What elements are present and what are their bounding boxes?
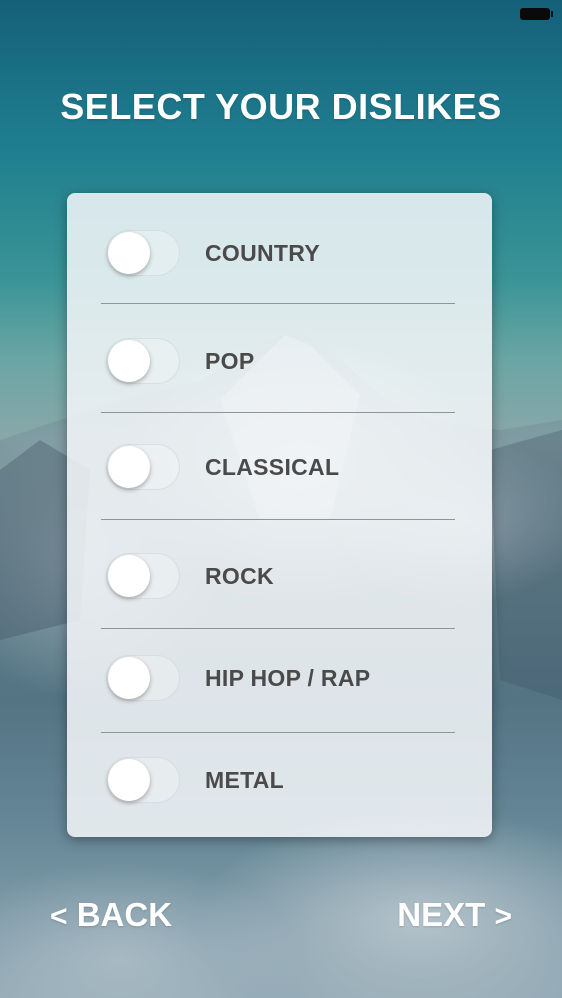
genre-row-metal: METAL xyxy=(67,750,492,810)
divider xyxy=(101,303,455,304)
genre-label: ROCK xyxy=(205,563,274,589)
genre-row-hip-hop-rap: HIP HOP / RAP xyxy=(67,648,492,708)
toggle-knob xyxy=(108,232,150,274)
genre-label: CLASSICAL xyxy=(205,454,340,480)
toggle-knob xyxy=(108,446,150,488)
genre-label: COUNTRY xyxy=(205,240,320,266)
toggle-knob xyxy=(108,555,150,597)
page-title: SELECT YOUR DISLIKES xyxy=(60,86,502,127)
genre-row-pop: POP xyxy=(67,331,492,391)
back-button[interactable]: < BACK xyxy=(50,896,172,934)
divider xyxy=(101,412,455,413)
genre-label: METAL xyxy=(205,767,285,793)
rock-toggle[interactable] xyxy=(106,553,180,599)
next-button[interactable]: NEXT > xyxy=(397,896,512,934)
divider xyxy=(101,519,455,520)
genre-row-rock: ROCK xyxy=(67,546,492,606)
next-label: NEXT xyxy=(397,896,486,933)
genre-card: COUNTRY POP CLASSICAL ROCK HIP HOP / RAP… xyxy=(67,193,492,837)
country-toggle[interactable] xyxy=(106,230,180,276)
genre-row-classical: CLASSICAL xyxy=(67,437,492,497)
genre-row-country: COUNTRY xyxy=(67,223,492,283)
toggle-knob xyxy=(108,657,150,699)
pop-toggle[interactable] xyxy=(106,338,180,384)
divider xyxy=(101,628,455,629)
toggle-knob xyxy=(108,340,150,382)
genre-label: POP xyxy=(205,348,255,374)
hip-hop-rap-toggle[interactable] xyxy=(106,655,180,701)
battery-icon xyxy=(520,8,553,20)
classical-toggle[interactable] xyxy=(106,444,180,490)
chevron-left-icon: < xyxy=(50,900,68,933)
chevron-right-icon: > xyxy=(494,900,512,933)
divider xyxy=(101,732,455,733)
genre-label: HIP HOP / RAP xyxy=(205,665,371,691)
metal-toggle[interactable] xyxy=(106,757,180,803)
toggle-knob xyxy=(108,759,150,801)
back-label: BACK xyxy=(76,896,173,933)
